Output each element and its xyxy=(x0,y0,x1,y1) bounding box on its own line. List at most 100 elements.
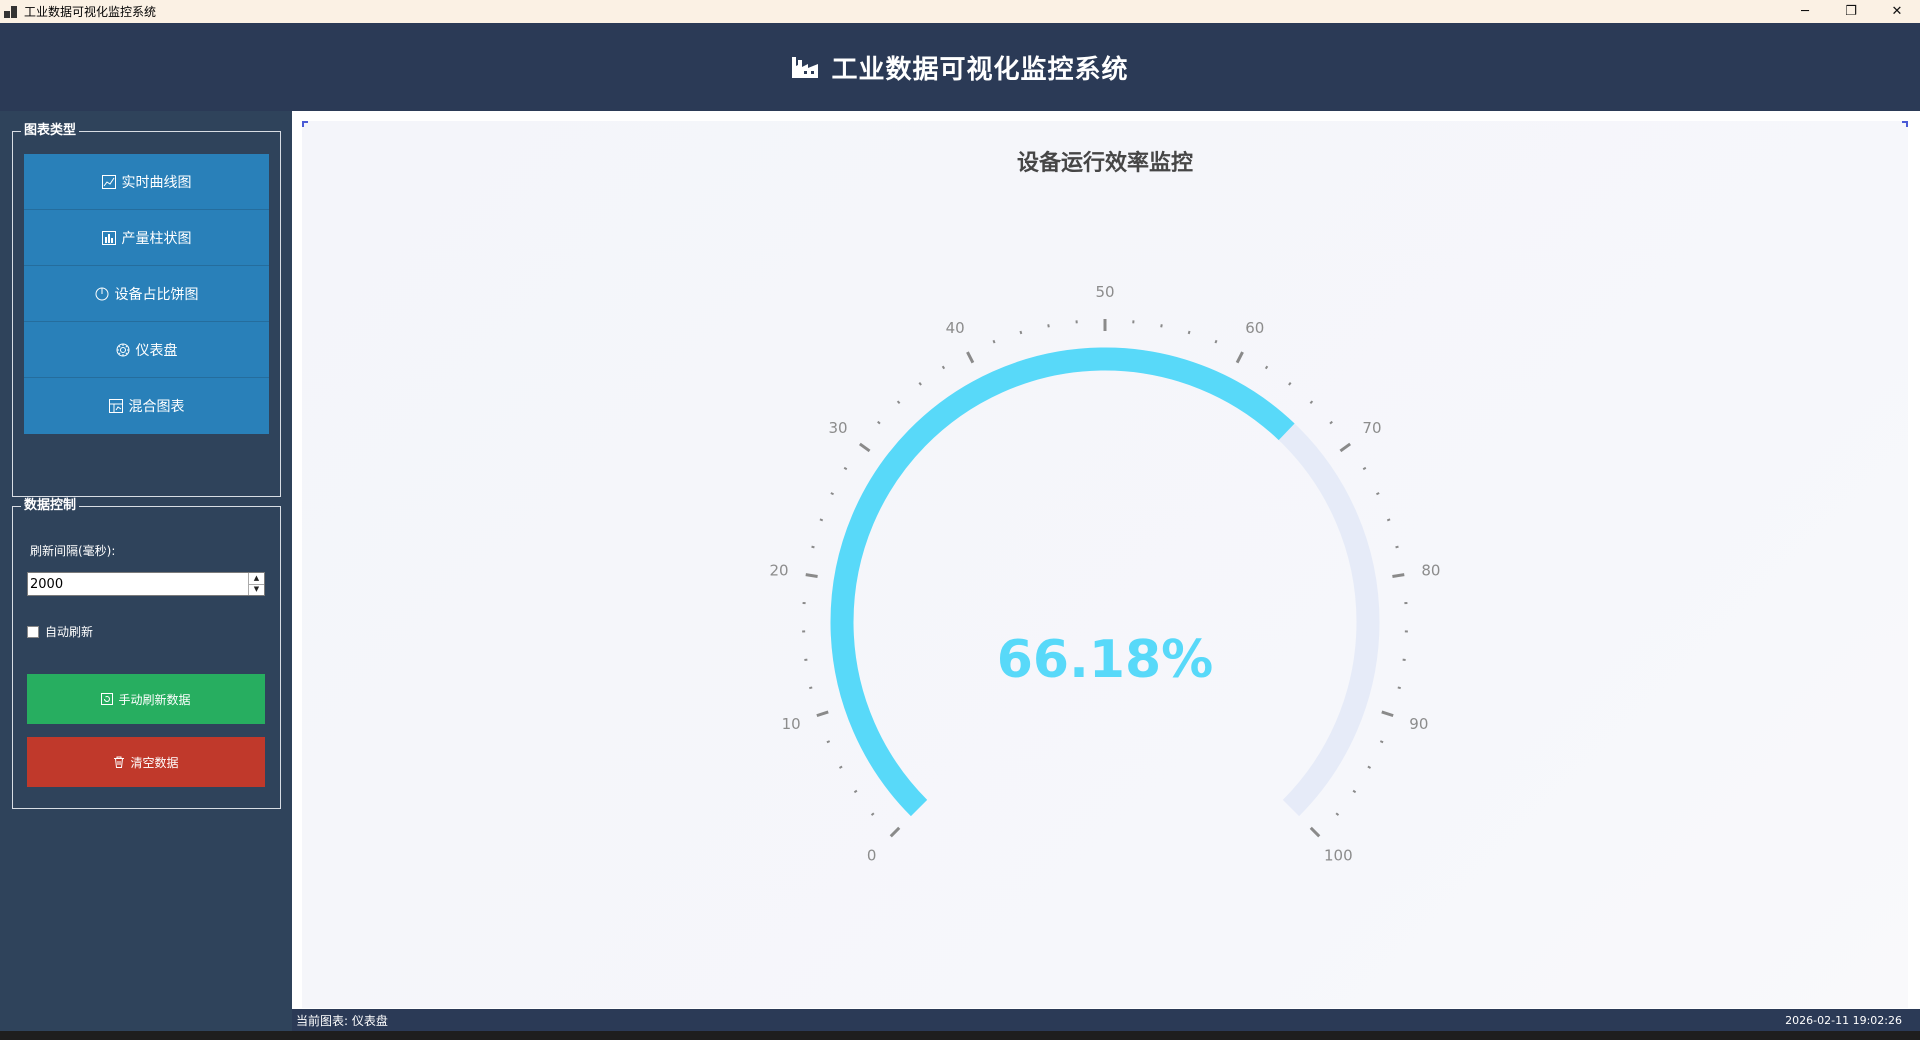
gauge-major-tick xyxy=(1392,573,1405,578)
refresh-interval-label: 刷新间隔(毫秒): xyxy=(30,544,116,558)
manual-refresh-button[interactable]: 手动刷新数据 xyxy=(27,674,265,724)
header-title: 工业数据可视化监控系统 xyxy=(831,54,1129,85)
gauge-minor-tick xyxy=(1362,466,1367,471)
gauge-minor-tick xyxy=(877,420,881,425)
nav-bar-chart-button[interactable]: 产量柱状图 xyxy=(24,210,269,266)
gauge-tick-label: 60 xyxy=(1245,319,1264,337)
gauge-minor-tick xyxy=(838,765,843,769)
gauge-minor-tick xyxy=(1160,324,1163,328)
gauge-minor-tick xyxy=(1309,400,1314,404)
gauge-minor-tick xyxy=(811,545,815,549)
gauge-major-tick xyxy=(805,573,818,578)
mixed-chart-icon xyxy=(108,399,123,413)
gauge-major-tick xyxy=(1309,826,1321,838)
nav-gauge-button[interactable]: 仪表盘 xyxy=(24,322,269,378)
gauge-minor-tick xyxy=(1288,381,1292,386)
auto-refresh-row: 自动刷新 xyxy=(27,623,93,640)
nav-gauge-label: 仪表盘 xyxy=(135,342,178,359)
manual-refresh-label: 手动刷新数据 xyxy=(118,692,191,707)
gauge-minor-tick xyxy=(1019,330,1023,335)
gauge-minor-tick xyxy=(843,466,848,471)
data-control-group: 数据控制 刷新间隔(毫秒): ▲ ▼ 自动刷新 手动刷新数据 清空数据 xyxy=(12,498,281,809)
gauge-minor-tick xyxy=(1376,492,1380,496)
gauge-major-tick xyxy=(1235,351,1244,364)
gauge-minor-tick xyxy=(1352,789,1357,794)
refresh-interval-input[interactable] xyxy=(28,573,248,595)
auto-refresh-label: 自动刷新 xyxy=(45,625,94,639)
gauge-minor-tick xyxy=(809,686,813,690)
gauge-minor-tick xyxy=(1187,330,1191,335)
nav-line-chart-button[interactable]: 实时曲线图 xyxy=(24,154,269,210)
status-current-chart: 当前图表: 仪表盘 xyxy=(296,1013,388,1028)
clear-data-label: 清空数据 xyxy=(130,755,179,770)
clear-data-button[interactable]: 清空数据 xyxy=(27,737,265,787)
gauge-minor-tick xyxy=(1397,686,1401,690)
gauge-minor-tick xyxy=(1367,765,1372,769)
auto-refresh-checkbox[interactable] xyxy=(27,625,39,638)
gauge-minor-tick xyxy=(1329,420,1333,425)
main-area: 设备运行效率监控 0 10 20 30 40 50 60 70 80 90 100 66.18% xyxy=(292,111,1920,1009)
spin-down-icon[interactable]: ▼ xyxy=(249,583,264,596)
minimize-button[interactable]: ─ xyxy=(1782,0,1828,23)
restore-button[interactable]: ❐ xyxy=(1828,0,1874,23)
gauge-minor-tick xyxy=(1379,740,1384,744)
sidebar: 图表类型 实时曲线图 产量柱状图 设备占比饼图 仪表盘 混合图表 数据控制 刷新… xyxy=(0,111,292,1009)
gauge-tick-label: 40 xyxy=(946,319,965,337)
refresh-interval-spinbox: ▲ ▼ xyxy=(27,572,265,596)
gauge-tick-label: 20 xyxy=(770,561,789,579)
gauge-major-tick xyxy=(966,351,975,364)
gauge-tick-label: 80 xyxy=(1421,561,1440,579)
bar-chart-icon xyxy=(101,230,116,245)
chart-panel: 设备运行效率监控 0 10 20 30 40 50 60 70 80 90 100 66.18% xyxy=(302,121,1908,1008)
nav-line-chart-label: 实时曲线图 xyxy=(121,174,192,191)
gauge-minor-tick xyxy=(896,400,901,404)
gauge-minor-tick xyxy=(830,492,834,496)
gauge-tick-label: 50 xyxy=(1095,283,1114,301)
gauge-progress xyxy=(830,347,1295,817)
status-bar: 当前图表: 仪表盘 2026-02-11 19:02:26 xyxy=(292,1009,1920,1031)
chart-type-group-title: 图表类型 xyxy=(21,123,80,139)
gauge-tick-label: 30 xyxy=(828,419,847,437)
gauge-icon xyxy=(116,343,129,356)
status-timestamp: 2026-02-11 19:02:26 xyxy=(1785,1013,1902,1027)
nav-pie-chart-button[interactable]: 设备占比饼图 xyxy=(24,266,269,322)
gauge-minor-tick xyxy=(918,381,922,386)
gauge-minor-tick xyxy=(1214,339,1218,344)
gauge-major-tick xyxy=(858,442,871,453)
line-chart-icon xyxy=(101,174,116,189)
nav-pie-chart-label: 设备占比饼图 xyxy=(114,286,199,303)
app-header: 工业数据可视化监控系统 xyxy=(0,23,1920,111)
gauge-minor-tick xyxy=(1395,545,1399,549)
gauge-tick-label: 70 xyxy=(1362,419,1381,437)
window-titlebar: 工业数据可视化监控系统 ─ ❐ ✕ xyxy=(0,0,1920,23)
gauge-tick-label: 100 xyxy=(1324,846,1353,864)
gauge-major-tick xyxy=(1339,442,1352,453)
factory-icon xyxy=(792,57,819,78)
gauge-chart: 0 10 20 30 40 50 60 70 80 90 100 66.18% xyxy=(770,283,1441,864)
gauge-minor-tick xyxy=(941,365,946,370)
gauge-minor-tick xyxy=(870,812,875,816)
gauge-major-tick xyxy=(889,826,901,838)
gauge-tick-label: 90 xyxy=(1409,715,1428,733)
pie-chart-icon xyxy=(95,287,108,300)
spin-up-icon[interactable]: ▲ xyxy=(249,573,264,584)
data-control-group-title: 数据控制 xyxy=(21,498,80,514)
nav-mixed-chart-button[interactable]: 混合图表 xyxy=(24,378,269,434)
close-button[interactable]: ✕ xyxy=(1874,0,1920,23)
gauge-value-text: 66.18% xyxy=(997,630,1214,690)
chart-type-list: 实时曲线图 产量柱状图 设备占比饼图 仪表盘 混合图表 xyxy=(24,154,269,434)
gauge-tick-label: 0 xyxy=(867,846,877,864)
gauge-minor-tick xyxy=(853,789,858,794)
refresh-icon xyxy=(101,693,114,705)
gauge-minor-tick xyxy=(1386,518,1391,522)
gauge-minor-tick xyxy=(1047,324,1050,328)
gauge-minor-tick xyxy=(1264,365,1269,370)
gauge-minor-tick xyxy=(819,518,824,522)
chart-type-group: 图表类型 实时曲线图 产量柱状图 设备占比饼图 仪表盘 混合图表 xyxy=(12,123,281,497)
gauge-major-tick xyxy=(816,710,829,718)
app-icon xyxy=(4,5,18,18)
gauge-major-tick xyxy=(1381,710,1394,718)
gauge-minor-tick xyxy=(992,339,996,344)
gauge-tick-label: 10 xyxy=(782,715,801,733)
window-title: 工业数据可视化监控系统 xyxy=(24,5,157,19)
